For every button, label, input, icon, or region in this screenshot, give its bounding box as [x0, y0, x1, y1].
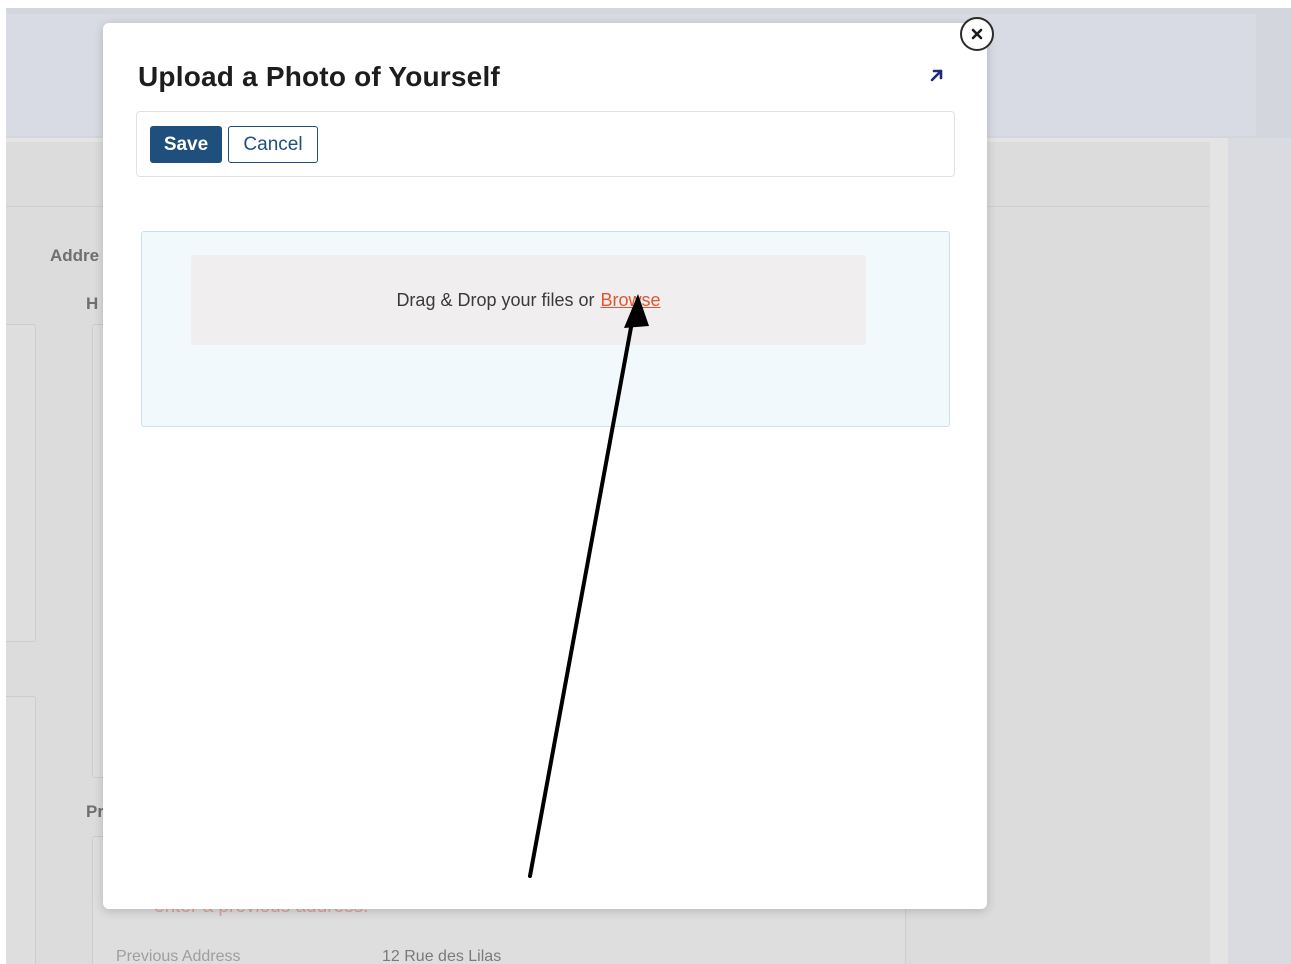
background-previous-address-label: Previous Address	[116, 948, 241, 964]
background-previous-address-value: 12 Rue des Lilas	[382, 948, 502, 964]
background-box	[6, 696, 36, 964]
upload-photo-modal: Upload a Photo of Yourself Save Cancel D…	[103, 23, 987, 909]
cancel-button[interactable]: Cancel	[228, 126, 318, 163]
close-modal-button[interactable]	[960, 17, 994, 51]
background-sub-label-home: H	[86, 294, 99, 313]
dropzone-prompt: Drag & Drop your files or	[396, 289, 595, 310]
external-link-arrow-icon[interactable]	[927, 65, 947, 85]
file-dropzone[interactable]: Drag & Drop your files or Browse	[191, 255, 866, 345]
background-box	[6, 324, 36, 642]
background-sub-label-previous: Pr	[86, 802, 104, 821]
background-right-panel	[1228, 138, 1291, 964]
background-section-label: Addre	[50, 246, 100, 265]
upload-area: Drag & Drop your files or Browse	[141, 231, 950, 427]
browse-link[interactable]: Browse	[601, 290, 661, 311]
modal-toolbar: Save Cancel	[136, 111, 955, 177]
close-x-icon	[971, 28, 983, 40]
modal-title: Upload a Photo of Yourself	[138, 61, 500, 92]
save-button[interactable]: Save	[150, 126, 222, 163]
